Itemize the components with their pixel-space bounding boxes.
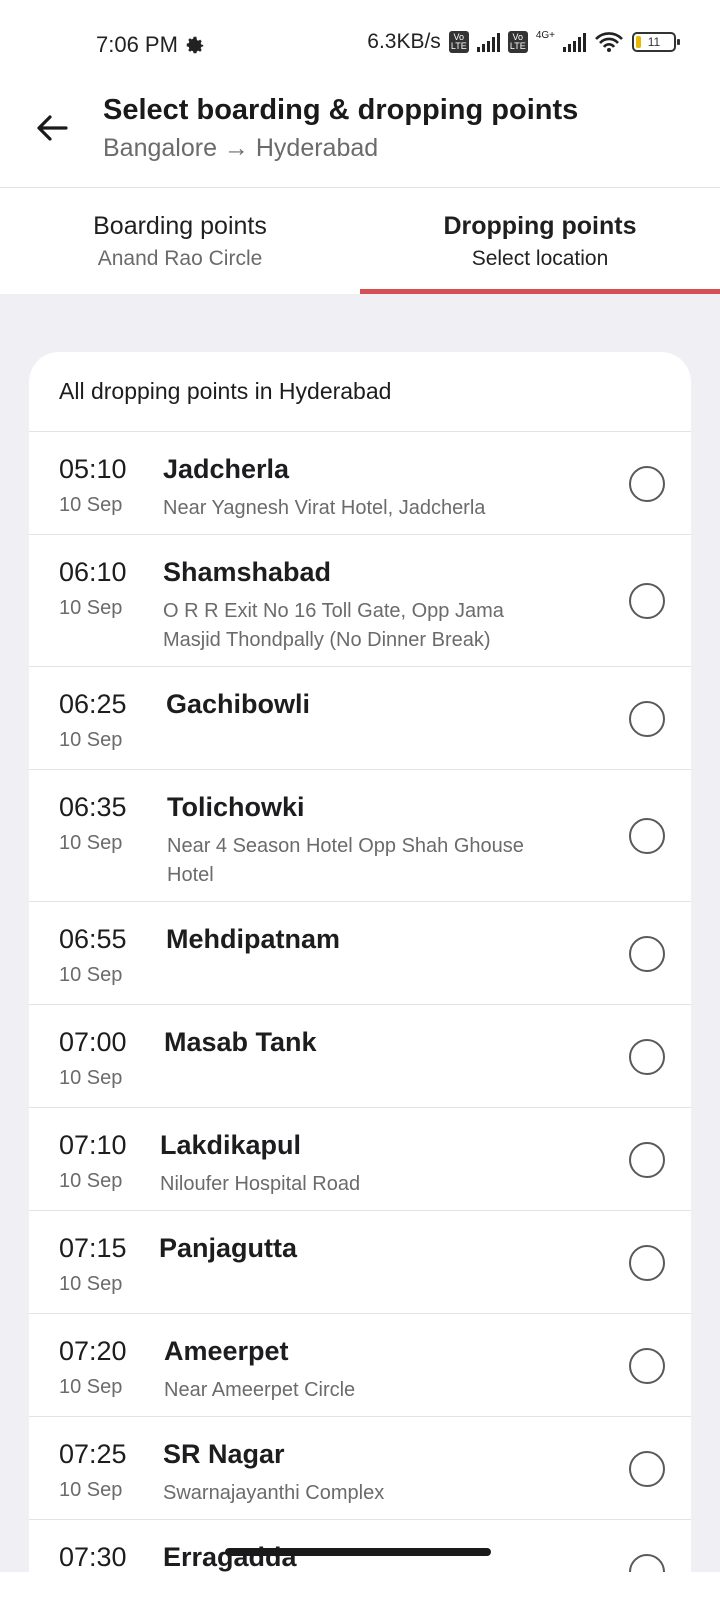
dropping-point-row[interactable]: 06:10 10 Sep Shamshabad O R R Exit No 16 To… (29, 535, 691, 667)
drop-date: 10 Sep (59, 1170, 123, 1192)
drop-time: 06:25 (59, 689, 127, 719)
radio-button[interactable] (629, 1039, 665, 1075)
page-title: Select boarding & dropping points (103, 94, 579, 126)
route-subtitle: Bangalore → Hyderabad (103, 134, 379, 162)
dropping-point-row[interactable]: 07:10 10 Sep Lakdikapul Niloufer Hospital R… (29, 1108, 691, 1211)
drop-point-name: Mehdipatnam (166, 924, 341, 954)
drop-time: 07:10 (59, 1130, 127, 1160)
radio-button[interactable] (629, 818, 665, 854)
status-time: 7:06 PM (96, 32, 206, 58)
tab-title: Dropping points (443, 212, 637, 240)
radio-button[interactable] (629, 1451, 665, 1487)
bottom-bar (0, 1572, 720, 1600)
network-speed: 6.3KB/s (367, 30, 441, 53)
tab-dropping-points[interactable]: Dropping points Select location (360, 188, 720, 294)
drop-point-name: Gachibowli (166, 689, 311, 719)
radio-button[interactable] (629, 466, 665, 502)
dropping-point-row[interactable]: 06:25 10 Sep Gachibowli (29, 667, 691, 770)
radio-button[interactable] (629, 1348, 665, 1384)
drop-point-name: Panjagutta (159, 1233, 298, 1263)
drop-point-name: Erragadda (163, 1542, 297, 1572)
drop-date: 10 Sep (59, 1479, 123, 1501)
dropping-point-row[interactable]: 07:00 10 Sep Masab Tank (29, 1005, 691, 1108)
dropping-points-list: 05:10 10 Sep Jadcherla Near Yagnesh Virat H… (29, 432, 691, 1572)
dropping-point-row[interactable]: 06:35 10 Sep Tolichowki Near 4 Season Hotel… (29, 770, 691, 902)
radio-button[interactable] (629, 1554, 665, 1572)
arrow-left-icon (37, 115, 68, 141)
drop-date: 10 Sep (59, 494, 123, 516)
radio-button[interactable] (629, 1245, 665, 1281)
dropping-point-row[interactable]: 05:10 10 Sep Jadcherla Near Yagnesh Virat H… (29, 432, 691, 535)
drop-point-address: O R R Exit No 16 Toll Gate, Opp Jama Mas… (163, 600, 504, 651)
list-heading: All dropping points in Hyderabad (29, 352, 691, 432)
drop-date: 10 Sep (59, 1273, 123, 1295)
dropping-point-row[interactable]: 07:15 10 Sep Panjagutta (29, 1211, 691, 1314)
dropping-points-card: All dropping points in Hyderabad 05:10 10… (29, 352, 691, 1572)
drop-point-name: Lakdikapul (160, 1130, 302, 1160)
drop-point-address: Near 4 Season Hotel Opp Shah Ghouse Hote… (167, 835, 524, 886)
dropping-point-row[interactable]: 07:3010 SepErragadda (29, 1520, 691, 1572)
gear-icon (186, 36, 204, 54)
drop-point-name: SR Nagar (163, 1439, 285, 1469)
battery-icon: 11 (632, 32, 680, 52)
radio-button[interactable] (629, 583, 665, 619)
drop-time: 07:00 (59, 1027, 127, 1057)
drop-point-address: Near Ameerpet Circle (164, 1379, 356, 1401)
tab-boarding-points[interactable]: Boarding points Anand Rao Circle (0, 188, 360, 294)
drop-time: 05:10 (59, 454, 127, 484)
drop-point-name: Masab Tank (164, 1027, 317, 1057)
tab-subtitle: Select location (471, 247, 609, 270)
drop-point-address: Near Yagnesh Virat Hotel, Jadcherla (163, 497, 486, 519)
drop-date: 10 Sep (59, 832, 123, 854)
drop-time: 06:10 (59, 557, 127, 587)
signal-icon-2 (563, 32, 586, 52)
home-indicator[interactable] (225, 1548, 491, 1556)
drop-time: 06:35 (59, 792, 127, 822)
dropping-point-row[interactable]: 07:25 10 Sep SR Nagar Swarnajayanthi Comple… (29, 1417, 691, 1520)
app-header: Select boarding & dropping points Bangal… (0, 88, 720, 188)
drop-date: 10 Sep (59, 597, 123, 619)
status-bar: 7:06 PM 6.3KB/s Vo LTE Vo LTE 4G+ 11 (0, 0, 720, 88)
drop-time: 06:55 (59, 924, 127, 954)
battery-level: 11 (647, 35, 661, 49)
volte-icon-2: Vo LTE (507, 31, 528, 53)
drop-time: 07:30 (59, 1542, 127, 1572)
drop-point-name: Jadcherla (163, 454, 290, 484)
dropping-point-row[interactable]: 06:55 10 Sep Mehdipatnam (29, 902, 691, 1005)
drop-time: 07:20 (59, 1336, 127, 1366)
drop-point-name: Shamshabad (163, 557, 332, 587)
radio-button[interactable] (629, 936, 665, 972)
dropping-point-row[interactable]: 07:20 10 Sep Ameerpet Near Ameerpet Circle (29, 1314, 691, 1417)
drop-date: 10 Sep (59, 1067, 123, 1089)
drop-date: 10 Sep (59, 1376, 123, 1398)
volte-icon: Vo LTE (448, 31, 469, 53)
tab-subtitle: Anand Rao Circle (97, 247, 263, 270)
wifi-icon (595, 32, 623, 52)
radio-button[interactable] (629, 1142, 665, 1178)
drop-time: 07:15 (59, 1233, 127, 1263)
signal-icon (476, 32, 500, 52)
tab-title: Boarding points (93, 212, 267, 240)
drop-point-name: Ameerpet (164, 1336, 289, 1366)
drop-date: 10 Sep (59, 964, 123, 986)
network-type: 4G+ (535, 30, 555, 41)
drop-point-name: Tolichowki (167, 792, 305, 822)
tab-bar: Boarding points Anand Rao Circle Droppin… (0, 188, 720, 294)
status-indicators: 6.3KB/s Vo LTE Vo LTE 4G+ 11 (367, 30, 680, 54)
back-button[interactable] (30, 106, 74, 150)
drop-point-address: Niloufer Hospital Road (160, 1173, 361, 1195)
drop-date: 10 Sep (59, 729, 123, 751)
clock-text: 7:06 PM (96, 32, 178, 57)
radio-button[interactable] (629, 701, 665, 737)
drop-time: 07:25 (59, 1439, 127, 1469)
drop-point-address: Swarnajayanthi Complex (163, 1482, 385, 1504)
